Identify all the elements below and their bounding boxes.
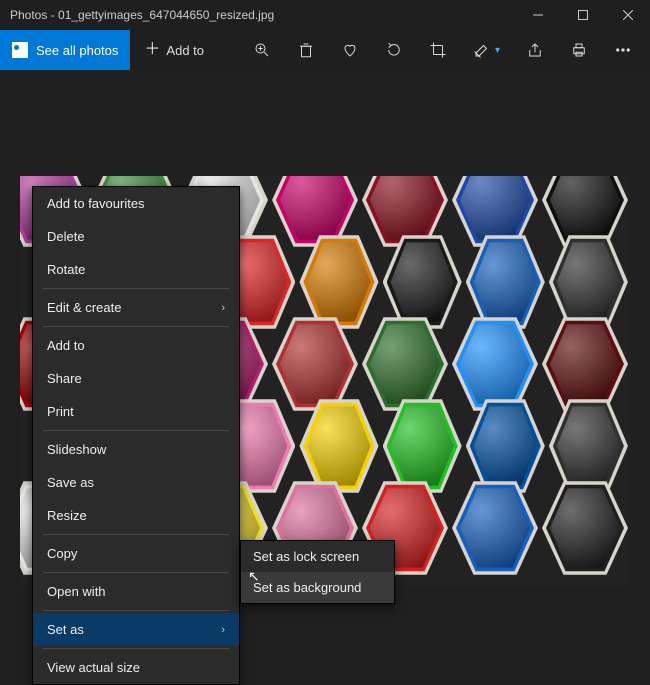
share-icon[interactable] [526, 41, 544, 59]
context-menu-label: Rotate [47, 262, 85, 277]
context-menu-label: Copy [47, 546, 77, 561]
chevron-right-icon: › [221, 302, 225, 314]
favorite-icon[interactable] [341, 41, 359, 59]
submenu-item[interactable]: Set as lock screen [241, 541, 394, 572]
context-menu-item[interactable]: Share [33, 362, 239, 395]
separator [43, 648, 229, 649]
context-menu-label: Set as [47, 622, 84, 637]
context-menu-item[interactable]: Copy [33, 537, 239, 570]
context-menu-item[interactable]: Slideshow [33, 433, 239, 466]
plus-icon: ＋ [144, 42, 160, 58]
context-menu-item[interactable]: View actual size [33, 651, 239, 684]
separator [43, 326, 229, 327]
chevron-down-icon: ▾ [495, 45, 500, 56]
add-to-label: Add to [166, 43, 204, 58]
window-controls [515, 0, 650, 30]
separator [43, 534, 229, 535]
toolbar-actions: ▾ [218, 41, 650, 59]
context-menu-label: Resize [47, 508, 87, 523]
context-menu: Add to favourites Delete Rotate Edit & crea… [32, 186, 240, 685]
separator [43, 288, 229, 289]
chevron-right-icon: › [221, 624, 225, 636]
edit-button[interactable]: ▾ [473, 41, 500, 59]
edit-icon [473, 41, 491, 59]
see-all-photos-button[interactable]: See all photos [0, 30, 130, 70]
context-menu-label: Print [47, 404, 74, 419]
separator [43, 610, 229, 611]
context-menu-item[interactable]: Resize [33, 499, 239, 532]
separator [43, 430, 229, 431]
delete-icon[interactable] [297, 41, 315, 59]
see-all-label: See all photos [36, 43, 118, 58]
context-menu-label: Edit & create [47, 300, 121, 315]
minimize-button[interactable] [515, 0, 560, 30]
set-as-submenu: Set as lock screenSet as background [240, 540, 395, 604]
context-menu-item[interactable]: Save as [33, 466, 239, 499]
context-menu-label: Open with [47, 584, 106, 599]
context-menu-item[interactable]: Add to favourites [33, 187, 239, 220]
context-menu-item[interactable]: Edit & create › [33, 291, 239, 324]
crop-icon[interactable] [429, 41, 447, 59]
rotate-icon[interactable] [385, 41, 403, 59]
context-menu-item[interactable]: Delete [33, 220, 239, 253]
submenu-item[interactable]: Set as background [241, 572, 394, 603]
context-menu-item[interactable]: Add to [33, 329, 239, 362]
separator [43, 572, 229, 573]
maximize-button[interactable] [560, 0, 605, 30]
context-menu-item[interactable]: Print [33, 395, 239, 428]
context-menu-item[interactable]: Open with [33, 575, 239, 608]
add-to-button[interactable]: ＋ Add to [130, 30, 218, 70]
close-button[interactable] [605, 0, 650, 30]
context-menu-label: Save as [47, 475, 94, 490]
context-menu-item[interactable]: Rotate [33, 253, 239, 286]
context-menu-label: Add to [47, 338, 85, 353]
print-icon[interactable] [570, 41, 588, 59]
context-menu-item[interactable]: Set as › [33, 613, 239, 646]
zoom-icon[interactable] [253, 41, 271, 59]
more-icon[interactable] [614, 41, 632, 59]
window-title: Photos - 01_gettyimages_647044650_resize… [10, 8, 515, 22]
context-menu-label: Add to favourites [47, 196, 145, 211]
toolbar: See all photos ＋ Add to ▾ [0, 30, 650, 70]
context-menu-label: Share [47, 371, 82, 386]
context-menu-label: Delete [47, 229, 85, 244]
title-bar: Photos - 01_gettyimages_647044650_resize… [0, 0, 650, 30]
context-menu-label: Slideshow [47, 442, 106, 457]
context-menu-label: View actual size [47, 660, 140, 675]
photos-icon [12, 42, 28, 58]
